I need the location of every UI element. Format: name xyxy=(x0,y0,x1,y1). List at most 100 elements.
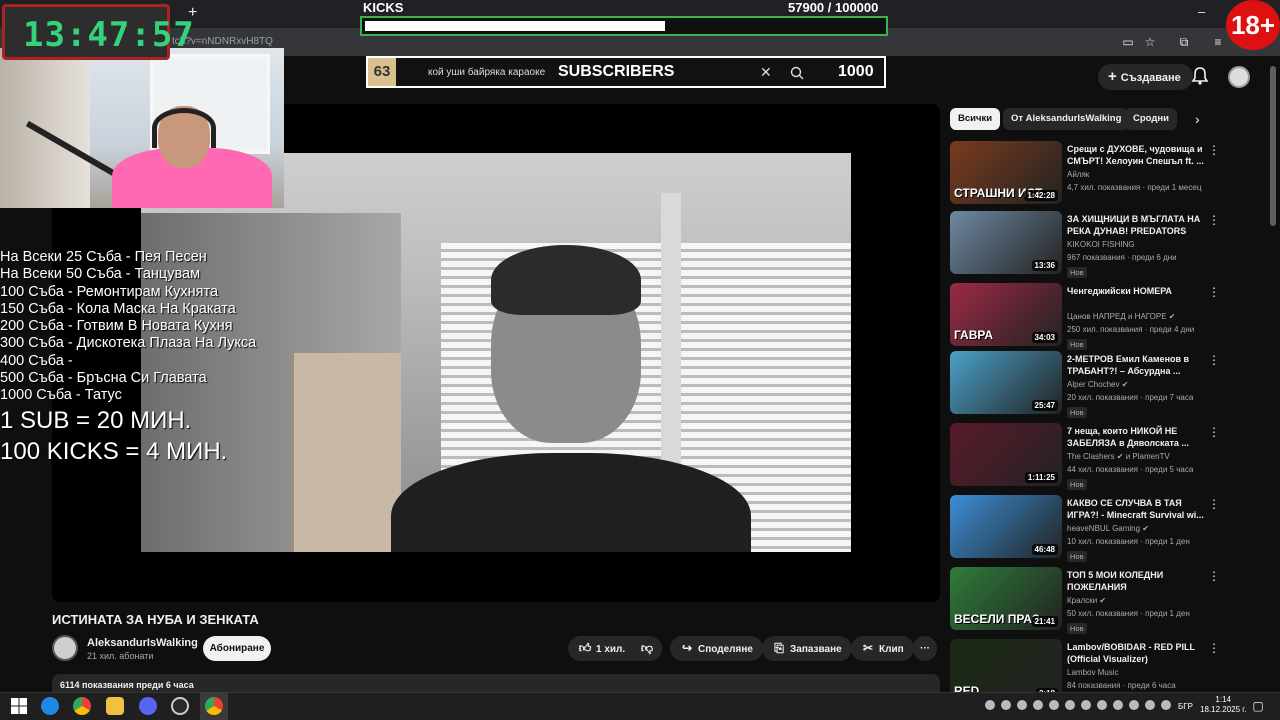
minimize-button[interactable]: – xyxy=(1198,4,1205,19)
chip-from-channel[interactable]: От AleksandurIsWalking xyxy=(1003,108,1130,130)
volume-icon[interactable] xyxy=(1161,700,1171,710)
recommended-title[interactable]: ЗА ХИЩНИЦИ В МЪГЛАТА НА РЕКА ДУНАВ! PRED… xyxy=(1067,213,1205,237)
edge-icon[interactable] xyxy=(41,697,59,715)
more-options-icon[interactable]: ⋮ xyxy=(1208,143,1220,157)
goal-rules-list: На Всеки 25 Съба - Пея Песен На Всеки 50 … xyxy=(0,249,256,467)
recommended-video[interactable]: 13:36 ЗА ХИЩНИЦИ В МЪГЛАТА НА РЕКА ДУНАВ!… xyxy=(950,211,1230,278)
recommended-title[interactable]: 2-МЕТРОВ Емил Каменов в ТРАБАНТ?! – Абсу… xyxy=(1067,353,1205,377)
recommended-channel[interactable]: heaveNBUL Gaming ✔ xyxy=(1067,524,1149,533)
video-duration: 25:47 xyxy=(1031,400,1058,411)
recommended-title[interactable]: Lambov/BOBIDAR - RED PILL (Official Visu… xyxy=(1067,641,1205,665)
dislike-button[interactable]: 👎︎ xyxy=(640,641,658,655)
more-options-icon[interactable]: ⋮ xyxy=(1208,285,1220,299)
chrome-active-icon[interactable] xyxy=(205,697,223,715)
chip-all[interactable]: Всички xyxy=(950,108,1001,130)
chrome-icon[interactable] xyxy=(73,697,91,715)
description-box[interactable]: 6114 показвания преди 6 часа xyxy=(52,674,940,694)
like-button[interactable]: 👍︎ 1 хил. xyxy=(578,641,625,655)
start-button[interactable] xyxy=(10,697,28,715)
more-options-icon[interactable]: ⋮ xyxy=(1208,641,1220,655)
clip-button[interactable]: ✂ Клип xyxy=(851,636,914,661)
video-thumbnail[interactable]: 13:36 xyxy=(950,211,1062,274)
more-options-icon[interactable]: ⋮ xyxy=(1208,497,1220,511)
share-icon: ↪ xyxy=(681,641,693,655)
bookmark-star-icon[interactable]: ☆ xyxy=(1142,34,1158,50)
thumbs-down-icon: 👎︎ xyxy=(640,641,654,655)
page-scrollbar[interactable] xyxy=(1270,66,1276,226)
tray-app-icon[interactable] xyxy=(1033,700,1043,710)
recommended-channel[interactable]: Цанов НАПРЕД и НАГОРЕ ✔ xyxy=(1067,312,1175,321)
recommended-video[interactable]: 46:48 КАКВО СЕ СЛУЧВА В ТАЯ ИГРА?! - Mine… xyxy=(950,495,1230,562)
subscribe-button[interactable]: Абониране xyxy=(203,636,271,661)
new-badge: Нов xyxy=(1067,551,1087,562)
reading-list-icon[interactable]: ≡ xyxy=(1210,34,1226,50)
recommended-video[interactable]: 25:47 2-МЕТРОВ Емил Каменов в ТРАБАНТ?! –… xyxy=(950,351,1230,418)
tray-app-icon[interactable] xyxy=(1097,700,1107,710)
scissors-icon: ✂ xyxy=(862,641,874,655)
cast-icon[interactable]: ▭ xyxy=(1120,34,1136,50)
video-thumbnail[interactable]: 1:11:25 xyxy=(950,423,1062,486)
recommended-title[interactable]: 7 неща, които НИКОЙ НЕ ЗАБЕЛЯЗА в Дяволс… xyxy=(1067,425,1205,449)
kicks-progress-fill xyxy=(365,21,665,31)
tray-app-icon[interactable] xyxy=(1065,700,1075,710)
channel-avatar[interactable] xyxy=(52,635,78,661)
recommended-title[interactable]: Ченгеджийски НОМЕРА xyxy=(1067,285,1205,297)
recommended-channel[interactable]: KIKOKOI FISHING xyxy=(1067,240,1135,249)
save-button[interactable]: ⎘ Запазване xyxy=(762,636,852,661)
tray-app-icon[interactable] xyxy=(1081,700,1091,710)
chip-related[interactable]: Сродни xyxy=(1125,108,1177,130)
discord-icon[interactable] xyxy=(139,697,157,715)
more-options-icon[interactable]: ⋮ xyxy=(1208,213,1220,227)
account-avatar[interactable] xyxy=(1228,66,1250,88)
recommended-channel[interactable]: The Clashers ✔ и PlamenTV xyxy=(1067,452,1170,461)
stream-timer: 13:47:57 xyxy=(2,4,194,60)
search-query-text[interactable]: кой уши байряка караоке xyxy=(428,67,545,78)
recommended-video[interactable]: СТРАШНИ ИСТ 1:42:28 Срещи с ДУХОВЕ, чудови… xyxy=(950,141,1230,207)
recommended-channel[interactable]: Кралски ✔ xyxy=(1067,596,1106,605)
recommended-channel[interactable]: Lambov Music xyxy=(1067,668,1119,677)
video-thumbnail[interactable]: ВЕСЕЛИ ПРАЗ 21:41 xyxy=(950,567,1062,630)
video-person-hair xyxy=(491,245,641,315)
obs-icon[interactable] xyxy=(171,697,189,715)
video-thumbnail[interactable]: 46:48 xyxy=(950,495,1062,558)
recommended-title[interactable]: Срещи с ДУХОВЕ, чудовища и СМЪРТ! Хелоуи… xyxy=(1067,143,1205,167)
tray-app-icon[interactable] xyxy=(985,700,995,710)
input-language[interactable]: БГР xyxy=(1178,702,1193,711)
video-thumbnail[interactable]: ГАВРА 34:03 xyxy=(950,283,1062,346)
recommended-title[interactable]: КАКВО СЕ СЛУЧВА В ТАЯ ИГРА?! - Minecraft… xyxy=(1067,497,1205,521)
notification-icon[interactable]: ▢ xyxy=(1250,698,1266,714)
recommended-title[interactable]: ТОП 5 МОИ КОЛЕДНИ ПОЖЕЛАНИЯ xyxy=(1067,569,1205,593)
tray-app-icon[interactable] xyxy=(1129,700,1139,710)
recommended-channel[interactable]: Alper Chochev ✔ xyxy=(1067,380,1128,389)
wifi-icon[interactable] xyxy=(1145,700,1155,710)
create-button[interactable]: + Създаване xyxy=(1098,64,1193,90)
notifications-bell-icon[interactable] xyxy=(1192,67,1208,85)
taskbar-clock[interactable]: 1:14 18.12.2025 г. xyxy=(1200,695,1246,715)
rule-kicks-time: 100 KICKS = 4 МИН. xyxy=(0,437,228,465)
recommended-channel[interactable]: Айляк xyxy=(1067,170,1089,179)
recommended-video[interactable]: ВЕСЕЛИ ПРАЗ 21:41 ТОП 5 МОИ КОЛЕДНИ ПОЖЕЛА… xyxy=(950,567,1230,634)
goal-rule-item: 400 Съба - xyxy=(0,352,73,369)
tray-app-icon[interactable] xyxy=(1113,700,1123,710)
channel-name[interactable]: AleksandurIsWalking xyxy=(87,637,198,649)
timer-text: 13:47:57 xyxy=(23,15,195,55)
search-icon[interactable] xyxy=(790,66,804,80)
video-thumbnail[interactable]: 25:47 xyxy=(950,351,1062,414)
file-explorer-icon[interactable] xyxy=(106,697,124,715)
recommended-video[interactable]: 1:11:25 7 неща, които НИКОЙ НЕ ЗАБЕЛЯЗА в… xyxy=(950,423,1230,490)
recommended-video[interactable]: ГАВРА 34:03 Ченгеджийски НОМЕРА Цанов НАПРЕ… xyxy=(950,283,1230,350)
new-badge: Нов xyxy=(1067,339,1087,350)
chevron-right-icon[interactable]: › xyxy=(1195,111,1200,127)
more-actions-button[interactable]: ··· xyxy=(913,636,937,661)
tray-app-icon[interactable] xyxy=(1049,700,1059,710)
tray-app-icon[interactable] xyxy=(1017,700,1027,710)
more-options-icon[interactable]: ⋮ xyxy=(1208,425,1220,439)
share-button[interactable]: ↪ Споделяне xyxy=(670,636,763,661)
tray-app-icon[interactable] xyxy=(1001,700,1011,710)
extensions-icon[interactable]: ⧉ xyxy=(1176,34,1192,50)
recommended-meta: 4,7 хил. показвания · преди 1 месец xyxy=(1067,183,1202,192)
clear-search-icon[interactable]: ✕ xyxy=(760,64,772,81)
more-options-icon[interactable]: ⋮ xyxy=(1208,353,1220,367)
video-thumbnail[interactable]: СТРАШНИ ИСТ 1:42:28 xyxy=(950,141,1062,204)
more-options-icon[interactable]: ⋮ xyxy=(1208,569,1220,583)
